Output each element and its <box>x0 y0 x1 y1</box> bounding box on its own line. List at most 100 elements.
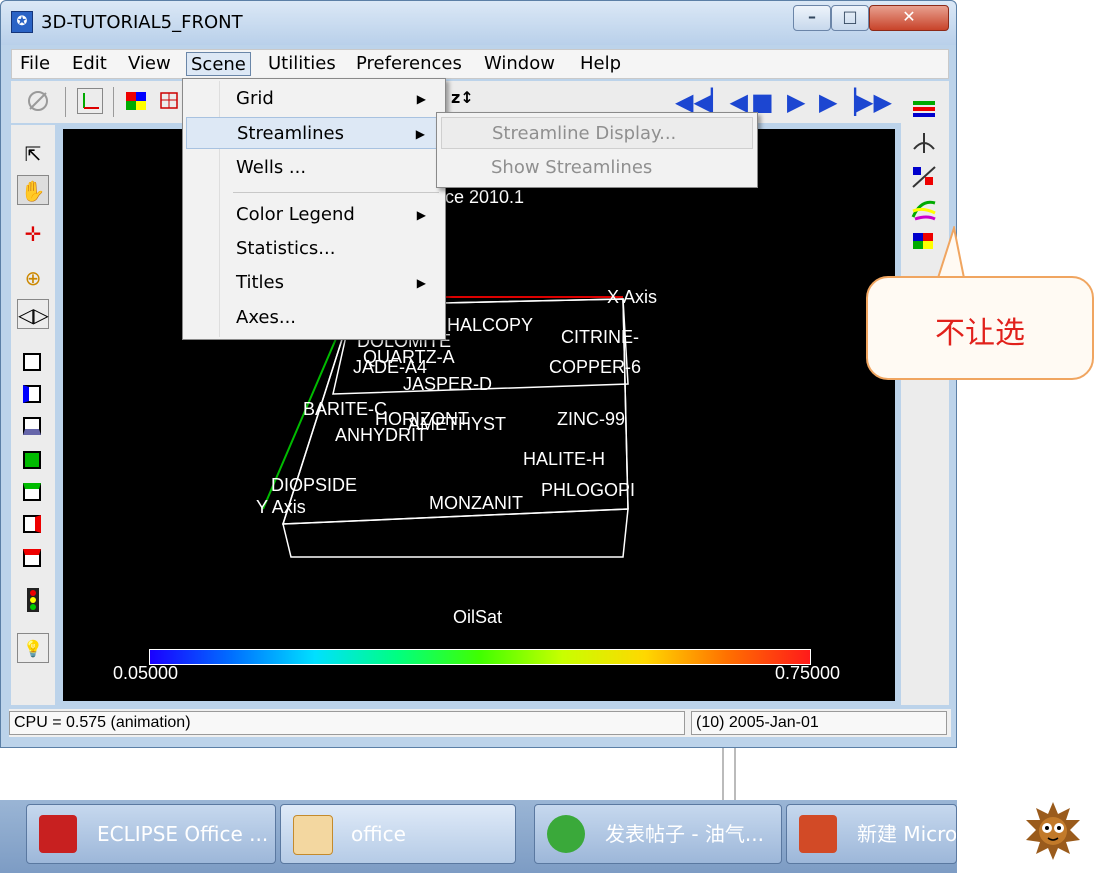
menu-item-label: Axes... <box>236 307 297 328</box>
window-title: 3D-TUTORIAL5_FRONT <box>41 12 243 33</box>
x-axis-label: X Axis <box>607 287 658 307</box>
maximize-button[interactable]: □ <box>831 5 869 31</box>
taskbar: ECLIPSE Office ... office 发表帖子 - 油气... 新… <box>0 800 957 873</box>
menu-item-wells[interactable]: Wells ... <box>186 152 442 184</box>
legend-max-value: 0.75000 <box>775 663 841 683</box>
disabled-tool-icon[interactable] <box>25 88 51 114</box>
menu-item-statistics[interactable]: Statistics... <box>186 233 442 265</box>
title-bar[interactable]: ✪ 3D-TUTORIAL5_FRONT – □ ✕ <box>1 1 956 45</box>
pointer-icon[interactable]: ⇱ <box>17 139 49 169</box>
scene-dropdown-menu: Grid ▶ Streamlines ▶ Wells ... Color Legen… <box>182 78 446 340</box>
close-button[interactable]: ✕ <box>869 5 949 31</box>
taskbar-item-powerpoint[interactable]: 新建 Micros <box>786 804 957 864</box>
well-label[interactable]: MONZANIT <box>429 493 523 514</box>
menu-help[interactable]: Help <box>576 52 625 76</box>
eclipse-office-icon <box>293 815 333 855</box>
light-bulb-icon[interactable]: 💡 <box>17 633 49 663</box>
cube-view-icon[interactable] <box>23 353 41 371</box>
minimize-button[interactable]: – <box>793 5 831 31</box>
menu-preferences[interactable]: Preferences <box>352 52 466 76</box>
well-label[interactable]: DIOPSIDE <box>271 475 357 496</box>
wells-icon[interactable] <box>911 131 937 155</box>
axes-icon[interactable] <box>77 88 103 114</box>
menu-scene[interactable]: Scene <box>186 52 251 76</box>
taskbar-item-eclipse-office-pdf[interactable]: ECLIPSE Office ... <box>26 804 276 864</box>
pdf-icon <box>39 815 77 853</box>
y-axis-label: Y Axis <box>256 497 306 517</box>
cube-bottom-icon[interactable] <box>23 417 41 435</box>
left-toolbar: ⇱ ✋ ✛ ⊕ ◁▷ 💡 <box>11 125 55 705</box>
menu-item-streamlines[interactable]: Streamlines ▶ <box>186 117 442 149</box>
submenu-arrow-icon: ▶ <box>416 92 426 106</box>
well-label[interactable]: ZINC-99 <box>557 409 625 430</box>
desktop-area <box>0 748 957 800</box>
app-icon: ✪ <box>11 11 33 33</box>
annotation-callout: 不让选 <box>866 276 1094 380</box>
status-bar: CPU = 0.575 (animation) (10) 2005-Jan-01 <box>9 709 951 737</box>
streamlines-icon[interactable] <box>911 197 937 221</box>
emoticon-icon <box>1026 802 1080 860</box>
powerpoint-icon <box>799 815 837 853</box>
taskbar-item-label: ECLIPSE Office ... <box>97 822 269 846</box>
cube-right-icon[interactable] <box>23 515 41 533</box>
taskbar-item-office[interactable]: office <box>280 804 516 864</box>
menu-item-color-legend[interactable]: Color Legend ▶ <box>186 199 442 231</box>
well-label[interactable]: ANHYDRIT <box>335 425 427 446</box>
menu-window[interactable]: Window <box>480 52 559 76</box>
menu-item-label: Statistics... <box>236 238 336 259</box>
well-label[interactable]: CITRINE- <box>561 327 639 348</box>
streamlines-submenu: Streamline Display... Show Streamlines <box>436 112 758 188</box>
menu-item-label: Color Legend <box>236 204 355 225</box>
callout-text: 不让选 <box>935 316 1025 351</box>
well-label[interactable]: JASPER-D <box>403 374 492 395</box>
rotate-icon[interactable]: ⊕ <box>17 263 49 293</box>
cube-back-icon[interactable] <box>23 549 41 567</box>
traffic-light-icon[interactable] <box>17 587 49 617</box>
right-toolbar <box>901 91 949 705</box>
menu-item-streamline-display: Streamline Display... <box>441 117 753 149</box>
menu-item-show-streamlines: Show Streamlines <box>491 157 653 178</box>
menu-file[interactable]: File <box>16 52 54 76</box>
taskbar-item-browser[interactable]: 发表帖子 - 油气... <box>534 804 782 864</box>
fast-forward-icon[interactable]: ▶▶ <box>855 89 892 115</box>
property-label: OilSat <box>453 607 503 627</box>
faults-icon[interactable] <box>911 165 937 189</box>
background-window-edge <box>722 748 736 800</box>
zoom-center-icon[interactable]: ✛ <box>17 219 49 249</box>
well-label[interactable]: COPPER-6 <box>549 357 641 378</box>
menu-item-titles[interactable]: Titles ▶ <box>186 267 442 299</box>
cube-top-icon[interactable] <box>23 483 41 501</box>
play-icon[interactable]: ▶ <box>787 89 805 115</box>
submenu-arrow-icon: ▶ <box>415 127 425 141</box>
well-label[interactable]: PHLOGOPI <box>541 480 635 501</box>
z-sort-icon[interactable]: z↕ <box>451 88 477 114</box>
color-legend-bar <box>149 649 811 665</box>
menu-item-label: Grid <box>236 88 274 109</box>
well-label[interactable]: HALITE-H <box>523 449 605 470</box>
cube-left-icon[interactable] <box>23 385 41 403</box>
viewport-title: ice 2010.1 <box>441 187 525 207</box>
browser-icon <box>547 815 585 853</box>
toolbar-separator <box>65 87 66 117</box>
submenu-arrow-icon: ▶ <box>416 208 426 222</box>
grid-color-icon[interactable] <box>123 88 149 114</box>
menu-edit[interactable]: Edit <box>68 52 111 76</box>
pan-hand-icon[interactable]: ✋ <box>17 175 49 205</box>
menu-item-label: Titles <box>236 272 284 293</box>
well-label[interactable]: HALCOPY <box>447 315 533 336</box>
layers-icon[interactable] <box>911 97 937 121</box>
menu-item-grid[interactable]: Grid ▶ <box>186 83 442 115</box>
cpu-status: CPU = 0.575 (animation) <box>9 711 685 735</box>
legend-min-value: 0.05000 <box>113 663 179 683</box>
menu-bar: File Edit View Scene Utilities Preferenc… <box>11 49 949 79</box>
menu-utilities[interactable]: Utilities <box>264 52 340 76</box>
callout-pointer <box>937 226 965 282</box>
cube-front-icon[interactable] <box>23 451 41 469</box>
mesh-icon[interactable] <box>157 88 183 114</box>
menu-view[interactable]: View <box>124 52 175 76</box>
eye-icon[interactable]: ◁▷ <box>17 299 49 329</box>
menu-item-axes[interactable]: Axes... <box>186 302 442 334</box>
menu-item-label: Wells ... <box>236 157 307 178</box>
step-forward-icon[interactable]: ▶▕ <box>819 89 856 115</box>
menu-separator <box>233 192 439 193</box>
